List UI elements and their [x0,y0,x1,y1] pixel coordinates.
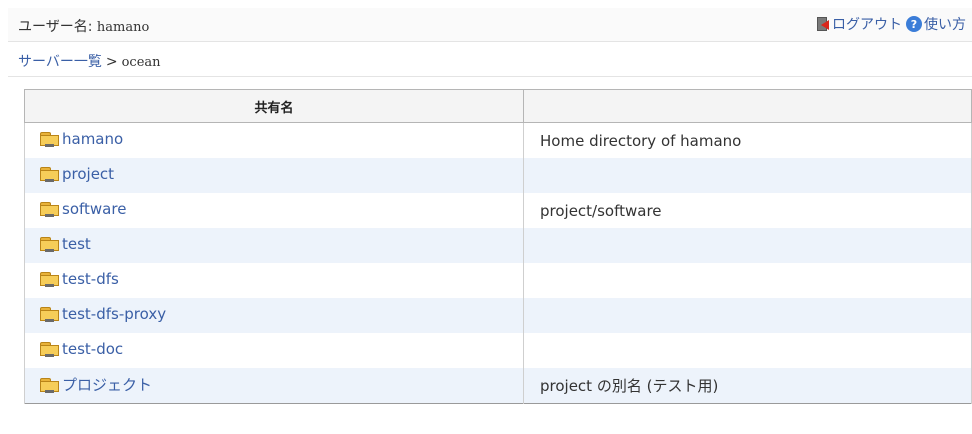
table-row: test-dfs [24,263,972,298]
shared-folder-icon [39,377,61,393]
share-name: hamano [62,130,124,148]
share-link[interactable]: test-dfs-proxy [39,305,166,323]
shared-folder-icon [39,166,61,182]
share-table: 共有名 hamano Home directory of hamano proj… [24,89,972,404]
share-link[interactable]: test [39,235,91,253]
share-link[interactable]: project [39,165,114,183]
table-row: software project/software [24,193,972,228]
share-name-cell: test-doc [24,333,524,368]
share-description [523,333,972,368]
shared-folder-icon [39,306,61,322]
share-name-cell: test-dfs [24,263,524,298]
table-header-row: 共有名 [24,89,972,123]
share-name: プロジェクト [62,376,153,395]
share-name-cell: software [24,193,524,228]
user-info: ユーザー名: hamano [18,16,149,36]
user-name: hamano [96,20,150,35]
share-name: test-dfs [62,270,119,288]
share-name: project [62,165,115,183]
top-bar: ユーザー名: hamano ログアウト ? 使い方 [8,8,972,42]
share-name-cell: project [24,158,524,193]
table-row: test-dfs-proxy [24,298,972,333]
shared-folder-icon [39,131,61,147]
share-link[interactable]: プロジェクト [39,374,152,395]
table-row: hamano Home directory of hamano [24,122,972,158]
shared-folder-icon [39,236,61,252]
share-link[interactable]: software [39,200,126,218]
share-name-cell: test [24,228,524,263]
share-name: test [62,235,91,253]
help-label: 使い方 [924,17,966,33]
breadcrumb-current: ocean [121,55,161,70]
share-name-cell: プロジェクト [24,368,524,404]
shared-folder-icon [39,341,61,357]
user-label: ユーザー名: [18,19,97,35]
breadcrumb-separator: > [105,54,118,70]
table-row: project [24,158,972,193]
table-row: test-doc [24,333,972,368]
share-name-cell: hamano [24,122,524,158]
help-link[interactable]: ? 使い方 [906,14,966,34]
share-description: Home directory of hamano [523,122,972,158]
breadcrumb-server-list[interactable]: サーバー一覧 [18,54,102,70]
breadcrumb: サーバー一覧 > ocean [8,43,972,77]
share-name: test-doc [62,340,124,358]
share-description [523,228,972,263]
help-icon: ? [906,16,922,32]
share-name: test-dfs-proxy [62,305,167,323]
column-header-description [523,89,972,123]
share-name: software [62,200,127,218]
share-description [523,158,972,193]
column-header-share-name: 共有名 [24,89,524,123]
share-description [523,263,972,298]
share-link[interactable]: hamano [39,130,123,148]
share-description: project/software [523,193,972,228]
logout-link[interactable]: ログアウト [815,14,902,34]
table-row: test [24,228,972,263]
top-links: ログアウト ? 使い方 [811,14,966,34]
share-link[interactable]: test-dfs [39,270,119,288]
logout-label: ログアウト [832,17,902,33]
logout-icon [815,16,831,32]
shared-folder-icon [39,271,61,287]
share-description [523,298,972,333]
share-name-cell: test-dfs-proxy [24,298,524,333]
share-link[interactable]: test-doc [39,340,123,358]
share-description: project の別名 (テスト用) [523,368,972,404]
table-row: プロジェクト project の別名 (テスト用) [24,368,972,404]
shared-folder-icon [39,201,61,217]
